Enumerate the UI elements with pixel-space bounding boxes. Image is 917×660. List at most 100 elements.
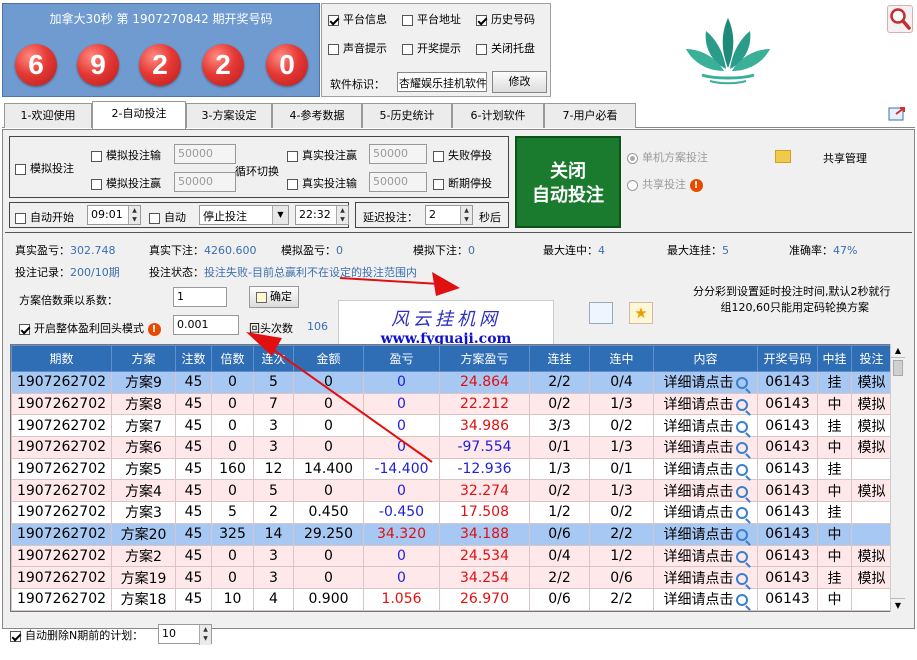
- table-cell[interactable]: 详细请点击: [653, 371, 758, 394]
- sim-bet-win-checkbox[interactable]: 模拟投注赢: [91, 175, 161, 191]
- search-button[interactable]: [887, 5, 913, 33]
- real-bet-win-checkbox[interactable]: 真实投注赢: [287, 147, 357, 163]
- table-cell[interactable]: 详细请点击: [653, 501, 758, 524]
- rollback-mode-checkbox[interactable]: 开启整体盈利回头模式 !: [19, 320, 161, 336]
- draw-tip-checkbox[interactable]: 开奖提示: [402, 40, 461, 56]
- tab-auto-bet[interactable]: 2-自动投注: [92, 101, 186, 129]
- table-row[interactable]: 1907262702 方案2 45 0 3 0 0 24.534 0/4 1/2 详细请点击 0614…: [11, 544, 892, 568]
- column-header[interactable]: 开奖号码: [757, 345, 818, 372]
- confirm-button[interactable]: 确定: [249, 286, 299, 308]
- magnifier-icon[interactable]: [735, 442, 748, 455]
- magnifier-icon[interactable]: [735, 464, 748, 477]
- table-cell[interactable]: 详细请点击: [653, 522, 758, 546]
- auto-action-select[interactable]: 停止投注 ▼: [199, 205, 289, 225]
- table-cell[interactable]: 详细请点击: [653, 587, 758, 611]
- auto-checkbox[interactable]: 自动: [149, 209, 186, 225]
- spinner-icon[interactable]: ▲ ▼: [128, 206, 140, 224]
- column-header[interactable]: 盈亏: [363, 345, 440, 372]
- auto-time-input[interactable]: 22:32 ▲ ▼: [295, 205, 349, 225]
- multiplier-input[interactable]: 1: [173, 287, 227, 307]
- auto-start-checkbox[interactable]: 自动开始: [15, 209, 74, 225]
- sim-bet-lose-checkbox[interactable]: 模拟投注输: [91, 147, 161, 163]
- real-bet-lose-checkbox[interactable]: 真实投注输: [287, 175, 357, 191]
- column-header[interactable]: 连中: [589, 345, 654, 372]
- rollback-input[interactable]: 0.001: [173, 315, 239, 335]
- column-header[interactable]: 注数: [175, 345, 212, 372]
- share-bet-radio[interactable]: 共享投注 !: [627, 176, 703, 192]
- refresh-button[interactable]: [589, 302, 613, 324]
- table-row[interactable]: 1907262702 方案19 45 0 3 0 0 34.254 2/2 0/6 详细请点击 061…: [11, 566, 892, 589]
- star-button[interactable]: ★: [629, 302, 653, 324]
- column-header[interactable]: 中挂: [817, 345, 852, 372]
- column-header[interactable]: 方案盈亏: [439, 345, 530, 372]
- sound-tip-checkbox[interactable]: 声音提示: [328, 40, 387, 56]
- auto-delete-input[interactable]: 10 ▲ ▼: [158, 624, 212, 645]
- table-row[interactable]: 1907262702 方案18 45 10 4 0.900 1.056 26.970 0/6 2/…: [11, 587, 892, 611]
- vertical-scrollbar[interactable]: ▲ ▼: [890, 344, 905, 612]
- magnifier-icon[interactable]: [735, 420, 748, 433]
- sim-bet-checkbox[interactable]: 模拟投注: [15, 160, 74, 176]
- table-cell[interactable]: 详细请点击: [653, 566, 758, 589]
- magnifier-icon[interactable]: [735, 572, 748, 585]
- magnifier-icon[interactable]: [735, 485, 748, 498]
- column-header[interactable]: 投注: [851, 345, 892, 372]
- auto-start-time-input[interactable]: 09:01 ▲ ▼: [87, 205, 141, 225]
- table-row[interactable]: 1907262702 方案7 45 0 3 0 0 34.986 3/3 0/2 详细请点击 0614…: [11, 414, 892, 438]
- tab-history-stats[interactable]: 5-历史统计: [362, 103, 452, 128]
- fail-stop-checkbox[interactable]: 失败停投: [433, 147, 492, 163]
- folder-icon[interactable]: [775, 150, 791, 163]
- table-row[interactable]: 1907262702 方案9 45 0 5 0 0 24.864 2/2 0/4 详细请点击 0614…: [11, 371, 892, 394]
- table-cell[interactable]: 详细请点击: [653, 436, 758, 459]
- column-header[interactable]: 倍数: [211, 345, 254, 372]
- close-auto-bet-button[interactable]: 关闭 自动投注: [515, 136, 621, 228]
- tab-welcome[interactable]: 1-欢迎使用: [4, 103, 92, 128]
- close-tray-checkbox[interactable]: 关闭托盘: [476, 40, 535, 56]
- spinner-icon[interactable]: ▲ ▼: [199, 625, 211, 645]
- column-header[interactable]: 金额: [293, 345, 364, 372]
- sim-win-input[interactable]: 50000: [174, 172, 236, 192]
- magnifier-icon[interactable]: [735, 377, 748, 390]
- scroll-thumb[interactable]: [893, 360, 903, 376]
- scroll-down-icon[interactable]: ▼: [891, 598, 905, 612]
- chevron-down-icon[interactable]: ▼: [272, 206, 288, 224]
- delay-input[interactable]: 2 ▲ ▼: [425, 205, 473, 225]
- magnifier-icon[interactable]: [735, 594, 748, 607]
- table-cell[interactable]: 详细请点击: [653, 479, 758, 503]
- table-row[interactable]: 1907262702 方案4 45 0 5 0 0 32.274 0/2 1/3 详细请点击 0614…: [11, 479, 892, 503]
- table-row[interactable]: 1907262702 方案3 45 5 2 0.450 -0.450 17.508 1/2 0/2…: [11, 501, 892, 524]
- magnifier-icon[interactable]: [735, 507, 748, 520]
- single-plan-radio[interactable]: 单机方案投注: [627, 149, 708, 165]
- tab-reference-data[interactable]: 4-参考数据: [272, 103, 362, 128]
- column-header[interactable]: 内容: [653, 345, 758, 372]
- export-icon[interactable]: [888, 106, 906, 122]
- magnifier-icon[interactable]: [735, 529, 748, 542]
- spinner-icon[interactable]: ▲ ▼: [336, 206, 348, 224]
- spinner-icon[interactable]: ▲ ▼: [460, 206, 472, 224]
- table-row[interactable]: 1907262702 方案8 45 0 7 0 0 22.212 0/2 1/3 详细请点击 0614…: [11, 392, 892, 416]
- real-lose-input[interactable]: 50000: [369, 172, 427, 192]
- table-cell[interactable]: 详细请点击: [653, 392, 758, 416]
- real-win-input[interactable]: 50000: [369, 144, 427, 164]
- break-stop-checkbox[interactable]: 断期停投: [433, 175, 492, 191]
- modify-button[interactable]: 修改: [492, 71, 547, 93]
- table-row[interactable]: 1907262702 方案20 45 325 14 29.250 34.320 34.188 0…: [11, 522, 892, 546]
- table-cell[interactable]: 详细请点击: [653, 414, 758, 438]
- tab-user-must-read[interactable]: 7-用户必看: [544, 103, 636, 128]
- table-cell[interactable]: 详细请点击: [653, 457, 758, 481]
- table-cell[interactable]: 详细请点击: [653, 544, 758, 568]
- table-row[interactable]: 1907262702 方案5 45 160 12 14.400 -14.400 -12.936…: [11, 457, 892, 481]
- column-header[interactable]: 连挂: [529, 345, 590, 372]
- history-num-checkbox[interactable]: 历史号码: [476, 11, 535, 27]
- table-row[interactable]: 1907262702 方案6 45 0 3 0 0 -97.554 0/1 1/3 详细请点击 061…: [11, 436, 892, 459]
- column-header[interactable]: 连次: [253, 345, 294, 372]
- share-manage-label[interactable]: 共享管理: [823, 150, 867, 166]
- sim-lose-input[interactable]: 50000: [174, 144, 236, 164]
- scroll-up-icon[interactable]: ▲: [891, 344, 905, 358]
- magnifier-icon[interactable]: [735, 550, 748, 563]
- column-header[interactable]: 方案: [111, 345, 176, 372]
- software-id-input[interactable]: 杏耀娱乐挂机软件: [397, 72, 487, 92]
- platform-addr-checkbox[interactable]: 平台地址: [402, 11, 461, 27]
- tab-plan-software[interactable]: 6-计划软件: [452, 103, 544, 128]
- magnifier-icon[interactable]: [735, 399, 748, 412]
- platform-info-checkbox[interactable]: 平台信息: [328, 11, 387, 27]
